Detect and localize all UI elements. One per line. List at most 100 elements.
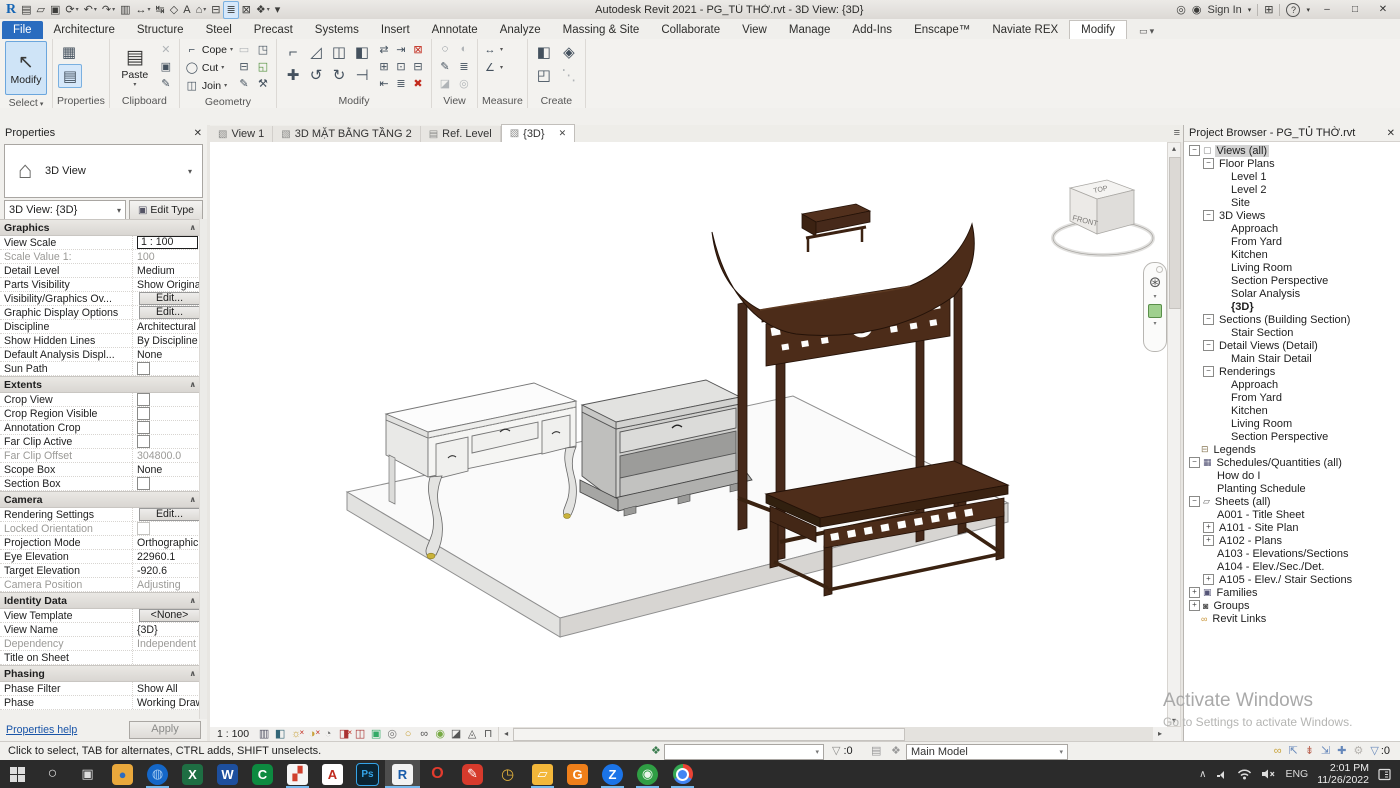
create-similar-button[interactable]: ◈ (558, 41, 580, 63)
selection-filter-icon[interactable]: ▽ (1370, 744, 1378, 757)
editable-only-icon[interactable]: ❖ (888, 744, 904, 757)
property-value[interactable]: 22960.1 (133, 550, 200, 563)
workset-filter-icon[interactable]: ▽ :0 (829, 744, 853, 757)
horizontal-scrollbar[interactable]: ◂ ▸ (499, 727, 1167, 741)
property-value[interactable]: Working Drawings (133, 696, 200, 709)
tree-item[interactable]: Approach (1184, 222, 1400, 235)
create-group-button[interactable]: ◰ (533, 64, 555, 86)
ribbon-tab-collaborate[interactable]: Collaborate (650, 21, 731, 39)
tree-item[interactable]: Site (1184, 196, 1400, 209)
print-icon[interactable]: ▥ (118, 2, 132, 18)
tree-item[interactable]: A103 - Elevations/Sections (1184, 547, 1400, 560)
close-inactive-views-icon[interactable]: ⊠ (240, 2, 253, 18)
render-in-cloud-button[interactable]: ◐ (456, 41, 472, 57)
undo-icon[interactable]: ↶▾ (82, 2, 99, 18)
scroll-left-icon[interactable]: ◂ (499, 727, 513, 741)
tree-item[interactable]: Level 2 (1184, 183, 1400, 196)
help-dropdown-icon[interactable]: ▾ (1306, 6, 1310, 14)
tree-item[interactable]: A001 - Title Sheet (1184, 508, 1400, 521)
ribbon-tab-architecture[interactable]: Architecture (43, 21, 126, 39)
tag-by-category-icon[interactable]: ◇ (168, 2, 180, 18)
tree-expand-icon[interactable]: + (1189, 600, 1200, 611)
section-header-camera[interactable]: Camera∧ (0, 491, 200, 508)
cope-button[interactable]: ⌐Cope▾ (185, 41, 233, 58)
cut-geometry-button[interactable]: ◯Cut▾ (185, 59, 233, 76)
blue-circle-app-taskbar-button[interactable]: ◍ (140, 760, 175, 788)
property-edit-button[interactable]: Edit... (139, 306, 200, 319)
property-checkbox[interactable] (137, 522, 150, 535)
ribbon-tab-add-ins[interactable]: Add-Ins (841, 21, 903, 39)
split-element-button[interactable]: ⇄ (376, 41, 392, 57)
workset-display-icon[interactable]: ▤ (868, 744, 884, 757)
property-checkbox[interactable] (137, 477, 150, 490)
view-tab-3d-m-t-b-ng-t-ng-2[interactable]: ▧3D MẶT BẰNG TẦNG 2 (273, 126, 420, 142)
viewcube[interactable]: TOP FRONT (1053, 180, 1153, 255)
tree-item[interactable]: {3D} (1184, 300, 1400, 313)
tree-item[interactable]: A104 - Elev./Sec./Det. (1184, 560, 1400, 573)
property-value[interactable]: Edit... (133, 292, 200, 305)
ribbon-tab-insert[interactable]: Insert (370, 21, 421, 39)
ribbon-tab-annotate[interactable]: Annotate (421, 21, 489, 39)
tree-collapse-icon[interactable]: − (1189, 145, 1200, 156)
apply-button[interactable]: Apply (129, 721, 201, 739)
ribbon-state-toggle[interactable]: ▭▾ (1133, 24, 1160, 39)
unlock-3d-view-icon[interactable]: ○ (400, 727, 416, 741)
tree-expand-icon[interactable]: + (1203, 522, 1214, 533)
camtasia-taskbar-button[interactable]: C (245, 760, 280, 788)
property-value[interactable]: Edit... (133, 306, 200, 319)
customize-qat-icon[interactable]: ▾ (273, 2, 283, 18)
thin-lines-icon[interactable]: ≣ (223, 1, 238, 19)
tree-item[interactable]: Stair Section (1184, 326, 1400, 339)
tree-item[interactable]: −▦Schedules/Quantities (all) (1184, 456, 1400, 469)
aligned-dimension-icon[interactable]: ↹ (154, 2, 167, 18)
view-tab-list-icon[interactable]: ≡ (1174, 127, 1180, 139)
sign-in-button[interactable]: Sign In (1208, 4, 1242, 16)
view-tab-view-1[interactable]: ▧View 1 (210, 126, 273, 142)
tree-collapse-icon[interactable]: − (1203, 314, 1214, 325)
ribbon-tab-steel[interactable]: Steel (195, 21, 243, 39)
tray-expand-icon[interactable]: ∧ (1199, 769, 1206, 780)
revit-taskbar-button[interactable]: R (385, 760, 420, 788)
tree-item[interactable]: Approach (1184, 378, 1400, 391)
family-types-button[interactable]: ▦ (58, 41, 80, 63)
scroll-down-icon[interactable]: ▾ (1168, 716, 1180, 725)
property-checkbox[interactable] (137, 435, 150, 448)
zalo-taskbar-button[interactable]: Z (595, 760, 630, 788)
mirror-draw-axis-button[interactable]: ◧ (351, 41, 373, 63)
tree-expand-icon[interactable]: + (1203, 535, 1214, 546)
cortana-taskbar-button[interactable]: ○ (35, 760, 70, 788)
ribbon-tab-naviate-rex[interactable]: Naviate REX (981, 21, 1069, 39)
delete-button[interactable]: ✖ (410, 75, 426, 91)
property-value[interactable]: Edit... (133, 508, 200, 521)
section-header-phasing[interactable]: Phasing∧ (0, 665, 200, 682)
tree-item[interactable]: Kitchen (1184, 248, 1400, 261)
clock-app-taskbar-button[interactable]: ◷ (490, 760, 525, 788)
notification-center-icon[interactable] (1378, 768, 1392, 781)
property-edit-button[interactable]: <None> (139, 609, 200, 622)
tree-item[interactable]: From Yard (1184, 391, 1400, 404)
tray-audio-app-icon[interactable] (1215, 768, 1228, 780)
ribbon-tab-precast[interactable]: Precast (243, 21, 304, 39)
tree-collapse-icon[interactable]: − (1189, 496, 1200, 507)
ribbon-tab-manage[interactable]: Manage (778, 21, 842, 39)
reveal-hidden-elements-icon[interactable]: ◉ (432, 727, 448, 741)
type-selector-dropdown-icon[interactable]: ▾ (188, 167, 202, 176)
property-value[interactable]: Orthographic (133, 536, 200, 549)
select-underlay-toggle[interactable]: ⇲ (1321, 744, 1330, 757)
tree-item[interactable]: Living Room (1184, 261, 1400, 274)
task-view-taskbar-button[interactable]: ▣ (70, 760, 105, 788)
search-app-taskbar-button[interactable]: ● (105, 760, 140, 788)
model-viewport[interactable]: TOP FRONT ⊛ ▾ ▾ (210, 142, 1167, 727)
ribbon-tab-massing-site[interactable]: Massing & Site (552, 21, 651, 39)
tree-item[interactable]: How do I (1184, 469, 1400, 482)
property-value[interactable] (133, 362, 200, 375)
chrome-taskbar-button[interactable] (665, 760, 700, 788)
tree-item[interactable]: ⊟Legends (1184, 443, 1400, 456)
tree-item[interactable]: −▢Views (all) (1184, 144, 1400, 157)
legend-component-button[interactable]: ◧ (533, 41, 555, 63)
coccoc-browser-taskbar-button[interactable]: ◉ (630, 760, 665, 788)
temporary-view-properties-icon[interactable]: ◪ (448, 727, 464, 741)
show-crop-region-icon[interactable]: ◎ (384, 727, 400, 741)
ribbon-tab-systems[interactable]: Systems (304, 21, 370, 39)
restore-button[interactable]: □ (1344, 4, 1366, 15)
